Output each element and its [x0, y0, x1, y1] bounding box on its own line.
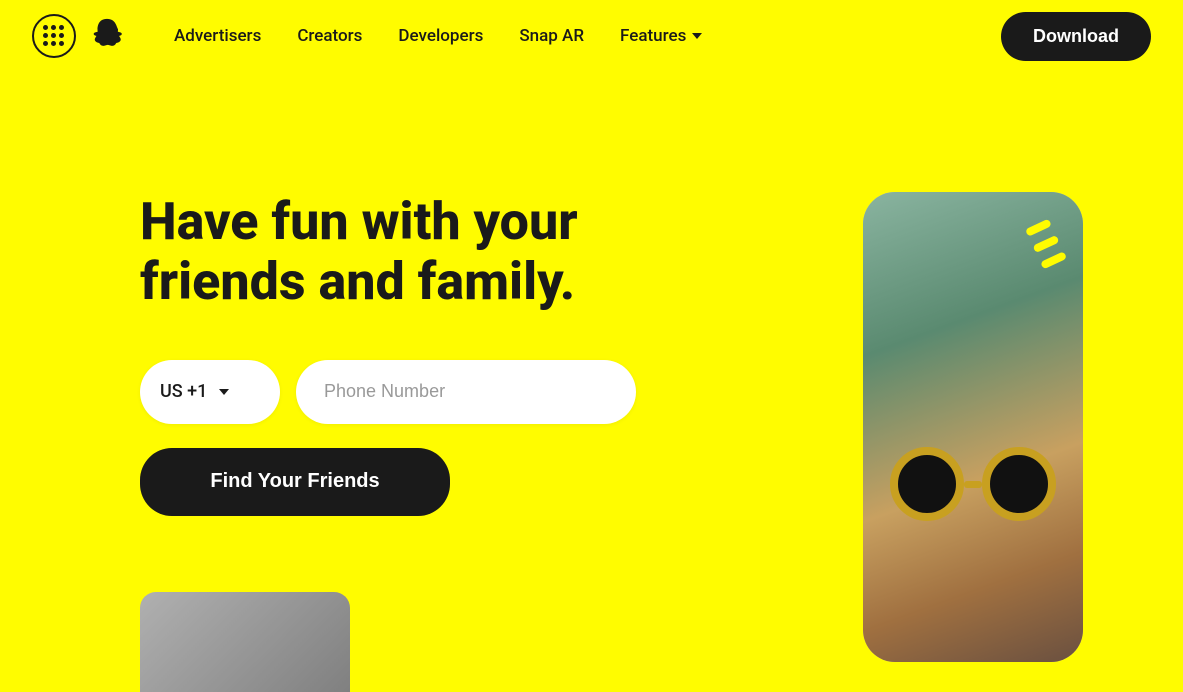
bottom-card-peek [140, 592, 350, 692]
hero-content: Have fun with your friends and family. U… [140, 132, 820, 516]
accent-dash-1 [1025, 219, 1052, 237]
chevron-down-icon [692, 33, 702, 39]
nav-snap-ar[interactable]: Snap AR [503, 18, 600, 54]
country-code-label: US +1 [160, 381, 207, 402]
nav-advertisers[interactable]: Advertisers [158, 18, 277, 54]
accent-dash-2 [1033, 235, 1060, 253]
accent-dash-3 [1040, 251, 1067, 269]
nav-developers[interactable]: Developers [382, 18, 499, 54]
phone-frame [863, 192, 1083, 662]
nav-features[interactable]: Features [604, 18, 718, 54]
nav-links: Advertisers Creators Developers Snap AR … [158, 18, 993, 54]
navbar: Advertisers Creators Developers Snap AR … [0, 0, 1183, 72]
grid-menu-button[interactable] [32, 14, 76, 58]
left-sunglass-lens [890, 447, 964, 521]
bottom-card-image [140, 592, 350, 692]
download-button[interactable]: Download [1001, 12, 1151, 61]
hero-title: Have fun with your friends and family. [140, 192, 700, 312]
nav-brand [32, 14, 126, 58]
grid-icon [43, 25, 65, 47]
phone-input-row: US +1 [140, 360, 820, 424]
accent-dashes-group [1025, 219, 1067, 270]
hero-section: Have fun with your friends and family. U… [0, 72, 1183, 692]
sunglass-bridge [964, 481, 982, 488]
nav-creators[interactable]: Creators [281, 18, 378, 54]
phone-screen-image [863, 192, 1083, 662]
ar-sunglasses-overlay [890, 447, 1056, 521]
country-selector[interactable]: US +1 [140, 360, 280, 424]
right-sunglass-lens [982, 447, 1056, 521]
phone-mockup [863, 192, 1083, 662]
phone-number-input[interactable] [296, 360, 636, 424]
find-friends-button[interactable]: Find Your Friends [140, 448, 450, 516]
country-chevron-icon [219, 389, 229, 395]
snapchat-logo-icon [88, 17, 126, 55]
